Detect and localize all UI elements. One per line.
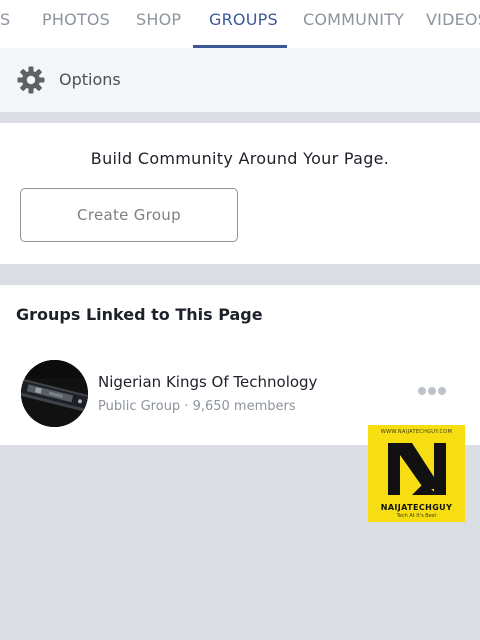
group-name[interactable]: Nigerian Kings Of Technology (98, 373, 317, 391)
options-row[interactable]: Options (0, 48, 480, 112)
group-meta: Public Group · 9,650 members (98, 399, 296, 414)
watermark-tagline: Tech At It's Best (396, 513, 437, 519)
phone-image-icon (21, 360, 88, 427)
naijatechguy-watermark: WWW.NAIJATECHGUY.COM NAIJATECHGUY Tech A… (368, 425, 465, 522)
tab-shop[interactable]: SHOP (136, 10, 181, 48)
linked-groups-heading: Groups Linked to This Page (16, 305, 263, 324)
tab-community[interactable]: COMMUNITY (303, 10, 404, 48)
build-community-text: Build Community Around Your Page. (90, 149, 390, 168)
watermark-name: NAIJATECHGUY (380, 503, 453, 512)
page-tab-bar: S PHOTOS SHOP GROUPS COMMUNITY VIDEOS (0, 0, 480, 48)
options-label: Options (59, 70, 121, 89)
tab-photos[interactable]: PHOTOS (42, 10, 110, 48)
list-item[interactable]: Nigerian Kings Of Technology Public Grou… (0, 359, 480, 431)
gear-icon (17, 66, 45, 94)
tab-groups[interactable]: GROUPS (209, 10, 278, 48)
linked-groups-card: Groups Linked to This Page Nigerian King… (0, 285, 480, 445)
group-avatar[interactable] (21, 360, 88, 427)
build-community-card: Build Community Around Your Page. Create… (0, 123, 480, 264)
tab-partial[interactable]: S (0, 10, 10, 48)
more-horizontal-icon[interactable] (412, 383, 448, 399)
tab-videos[interactable]: VIDEOS (426, 10, 480, 48)
create-group-button[interactable]: Create Group (20, 188, 238, 242)
